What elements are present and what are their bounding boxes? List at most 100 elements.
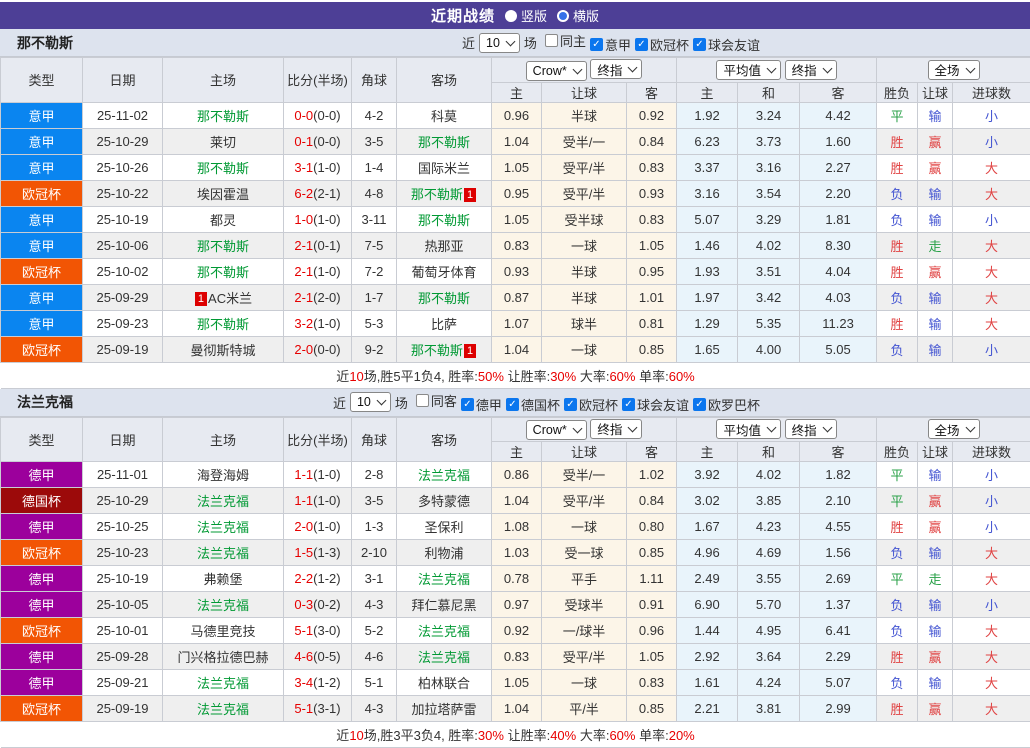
result-handicap: 输 [918,618,953,644]
checkbox-checked-icon[interactable]: ✓ [622,398,635,411]
league-filter-item[interactable]: ✓欧冠杯 [564,395,618,414]
home-team: 法兰克福 [163,488,284,514]
radio-vertical-label: 竖版 [521,6,547,25]
fulltime-score: 1-1 [294,493,313,508]
crow-odds-select[interactable]: Crow* [526,61,587,81]
league-filter-item[interactable]: ✓球会友谊 [622,395,689,414]
away-team: 加拉塔萨雷 [397,696,492,722]
league-filter-item[interactable]: 同客 [416,391,457,410]
league-badge: 意甲 [1,128,83,154]
team-label: 那不勒斯 [197,317,249,332]
radio-horizontal-layout[interactable]: 横版 [557,6,599,25]
match-score: 2-1(2-0) [284,284,352,310]
halftime-score: (1-0) [313,160,340,175]
average-odds-select[interactable]: 平均值 [716,419,781,439]
avg-away: 4.03 [800,284,877,310]
avg-draw: 3.73 [738,128,800,154]
col-header-type: 类型 [1,417,83,462]
checkbox-checked-icon[interactable]: ✓ [590,38,603,51]
away-team: 圣保利 [397,514,492,540]
average-odds-select[interactable]: 平均值 [716,60,781,80]
result-outcome: 负 [877,618,918,644]
match-filters: 近 10 场 同主✓意甲✓欧冠杯✓球会友谊 [462,31,760,54]
league-badge: 德甲 [1,592,83,618]
match-score: 3-4(1-2) [284,670,352,696]
match-row: 意甲25-10-26那不勒斯3-1(1-0)1-4国际米兰1.05受平/半0.8… [1,154,1030,180]
final-odds-select-2[interactable]: 终指 [785,60,837,80]
odds-away: 0.96 [627,618,677,644]
league-filter-item[interactable]: ✓意甲 [590,35,631,54]
league-filter-item[interactable]: ✓德国杯 [506,395,560,414]
col-header-type: 类型 [1,58,83,103]
checkbox-label: 球会友谊 [708,35,760,54]
match-score: 0-1(0-0) [284,128,352,154]
result-handicap: 输 [918,670,953,696]
fulltime-score: 2-1 [294,290,313,305]
league-badge: 德甲 [1,566,83,592]
home-team: 马德里竞技 [163,618,284,644]
league-filter-item[interactable]: ✓德甲 [461,395,502,414]
radio-vertical-layout[interactable]: 竖版 [505,6,547,25]
fulltime-score: 1-0 [294,212,313,227]
chevron-down-icon [965,423,975,433]
checkbox-checked-icon[interactable]: ✓ [635,38,648,51]
fulltime-score: 2-1 [294,238,313,253]
checkbox-checked-icon[interactable]: ✓ [461,398,474,411]
avg-home: 1.92 [677,102,738,128]
final-odds-select-2[interactable]: 终指 [785,419,837,439]
team-label: 弗赖堡 [203,572,242,587]
team-label: 那不勒斯 [418,135,470,150]
red-card-badge: 1 [464,188,476,202]
match-scope-select[interactable]: 全场 [928,60,980,80]
odds-home: 0.92 [492,618,542,644]
col-header-score: 比分(半场) [284,417,352,462]
subcol-outcome: 胜负 [877,82,918,102]
result-goals: 小 [953,462,1030,488]
avg-away: 5.07 [800,670,877,696]
team-label: 那不勒斯 [197,239,249,254]
result-goals: 小 [953,592,1030,618]
checkbox-checked-icon[interactable]: ✓ [693,398,706,411]
match-row: 欧冠杯25-10-23法兰克福1-5(1-3)2-10利物浦1.03受一球0.8… [1,540,1030,566]
league-filter-item[interactable]: ✓欧冠杯 [635,35,689,54]
team-label: 那不勒斯 [418,291,470,306]
match-scope-select[interactable]: 全场 [928,419,980,439]
subcol-goals: 进球数 [953,82,1030,102]
fulltime-score: 3-4 [294,675,313,690]
odds-handicap: 受平/半 [542,488,627,514]
checkbox-unchecked-icon[interactable] [416,394,429,407]
result-outcome: 负 [877,592,918,618]
checkbox-checked-icon[interactable]: ✓ [693,38,706,51]
crow-odds-select[interactable]: Crow* [526,420,587,440]
subcol-outcome: 胜负 [877,442,918,462]
fulltime-score: 2-2 [294,571,313,586]
league-badge: 意甲 [1,284,83,310]
league-filter-checkboxes: 同客✓德甲✓德国杯✓欧冠杯✓球会友谊✓欧罗巴杯 [412,391,760,414]
match-count-select[interactable]: 10 [479,33,520,53]
result-outcome: 胜 [877,258,918,284]
match-count-select[interactable]: 10 [350,392,391,412]
avg-draw: 4.24 [738,670,800,696]
avg-home: 3.16 [677,180,738,206]
final-odds-select[interactable]: 终指 [590,59,642,79]
match-date: 25-09-19 [83,696,163,722]
checkbox-checked-icon[interactable]: ✓ [506,398,519,411]
avg-home: 2.92 [677,644,738,670]
match-score: 1-1(1-0) [284,488,352,514]
league-filter-item[interactable]: ✓球会友谊 [693,35,760,54]
avg-away: 4.42 [800,102,877,128]
odds-handicap: 受半/一 [542,128,627,154]
checkbox-unchecked-icon[interactable] [545,34,558,47]
away-team: 比萨 [397,310,492,336]
subcol-handicap-result: 让球 [918,442,953,462]
league-filter-item[interactable]: ✓欧罗巴杯 [693,395,760,414]
chevron-down-icon [572,64,582,74]
away-team: 葡萄牙体育 [397,258,492,284]
record-summary: 近10场,胜5平1负4, 胜率:50% 让胜率:30% 大率:60% 单率:60… [1,362,1030,388]
checkbox-checked-icon[interactable]: ✓ [564,398,577,411]
team-label: 葡萄牙体育 [411,265,476,280]
team-label: 法兰克福 [418,650,470,665]
league-filter-item[interactable]: 同主 [545,31,586,50]
final-odds-select[interactable]: 终指 [590,419,642,439]
fulltime-score: 2-0 [294,342,313,357]
